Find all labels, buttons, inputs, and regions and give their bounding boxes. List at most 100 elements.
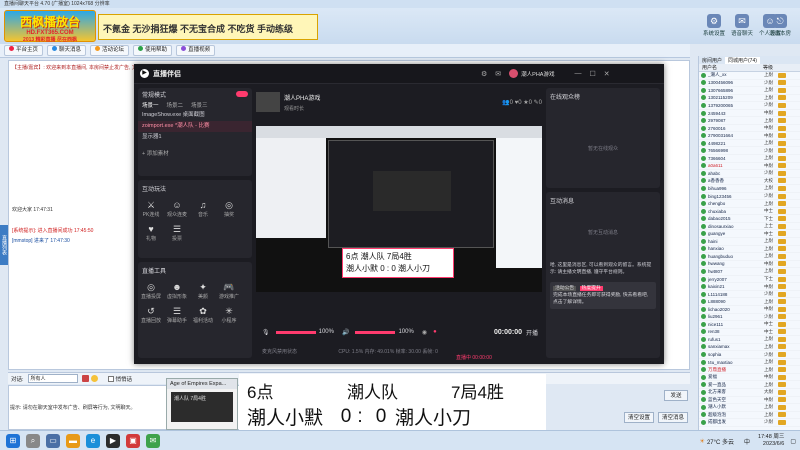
tab-scene-2[interactable]: 场景二 — [167, 101, 184, 109]
user-row[interactable]: bing123456 少尉 — [699, 193, 800, 201]
mic-volume-slider[interactable] — [275, 330, 316, 334]
user-row[interactable]: 2459443 中尉 — [699, 110, 800, 118]
user-row[interactable]: jerry2007 下士 — [699, 276, 800, 284]
user-row[interactable]: 1307665896 上尉 — [699, 87, 800, 95]
close-icon[interactable]: ✕ — [604, 70, 610, 78]
toolbar-forum-button[interactable]: 活动论坛 — [90, 45, 130, 56]
search-icon[interactable]: ⌕ — [26, 433, 40, 448]
user-row[interactable]: L1114188 少尉 — [699, 291, 800, 299]
user-row[interactable]: chuxiaba 中士 — [699, 208, 800, 216]
tab-local-users[interactable]: 同城用户(74) — [725, 56, 760, 64]
toolbar-video-button[interactable]: 直播视频 — [176, 45, 216, 56]
user-row[interactable]: haini 上尉 — [699, 238, 800, 246]
target-select[interactable]: 所有人 — [27, 374, 78, 383]
user-row[interactable]: ren38 中士 — [699, 329, 800, 337]
go-live-button[interactable]: 开播 — [526, 328, 538, 337]
user-row[interactable]: _潮人_xx 上尉 — [699, 72, 800, 80]
user-row[interactable]: 4498221 上尉 — [699, 140, 800, 148]
user-row[interactable]: a香香香 大校 — [699, 178, 800, 186]
tab-room-users[interactable]: 房间用户 — [699, 57, 725, 64]
source-item[interactable]: ImageShow.exe 桌面截图 — [138, 110, 252, 121]
user-row[interactable]: 爱福 中尉 — [699, 374, 800, 382]
send-button[interactable]: 发送 — [664, 390, 688, 401]
font-color-icon[interactable] — [81, 375, 89, 382]
room-cover[interactable] — [256, 92, 280, 112]
user-row[interactable]: 北方来客 大尉 — [699, 389, 800, 397]
user-row[interactable]: 76566998 少尉 — [699, 147, 800, 156]
tab-scene-1[interactable]: 场景一 — [142, 101, 159, 109]
stream-preview[interactable]: 6点 潮人队 7局4胜 潮人小默 0 : 0 潮人小刀 — [256, 126, 542, 292]
user-row[interactable]: t4u_maxtiao 上尉 — [699, 359, 800, 367]
user-row[interactable]: sanxiamax 上尉 — [699, 344, 800, 352]
tab-scene-3[interactable]: 场景三 — [191, 101, 208, 109]
user-row[interactable]: chengbo 上尉 — [699, 200, 800, 208]
source-item[interactable]: 显示器1 — [138, 132, 252, 143]
interact-tool[interactable]: ☺ 观众连麦 — [164, 200, 190, 218]
maximize-icon[interactable]: ☐ — [589, 70, 595, 78]
user-row[interactable]: 超级泡泡 上尉 — [699, 412, 800, 420]
user-row[interactable]: bihua996 上尉 — [699, 185, 800, 193]
private-checkbox[interactable] — [107, 375, 114, 382]
user-row[interactable]: 2790031664 中尉 — [699, 132, 800, 140]
site-logo[interactable]: 西枫播放台 HD.FXT365.COM 2013 精彩直播 尽在西枫 — [4, 10, 96, 43]
browser-icon[interactable]: e — [86, 433, 100, 448]
user-row[interactable]: dinosaurxiao 上士 — [699, 223, 800, 231]
emoji-icon[interactable] — [90, 375, 98, 382]
user-row[interactable]: dabao2015 下士 — [699, 215, 800, 223]
user-row[interactable]: a0a611 中尉 — [699, 163, 800, 171]
toolbar-home-button[interactable]: 平台主页 — [4, 45, 44, 56]
user-row[interactable]: rufus1 上尉 — [699, 336, 800, 344]
live-tool[interactable]: ☻ 虚拟形象 — [164, 282, 190, 300]
language-indicator[interactable]: 中 — [744, 437, 750, 446]
notification-icon[interactable]: ▢ — [790, 438, 796, 445]
user-row[interactable]: hwwang 中尉 — [699, 261, 800, 269]
clear-settings-button[interactable]: 清空设置 — [624, 412, 654, 423]
live-tool[interactable]: ↺ 直播回放 — [138, 306, 164, 324]
voice-chat-button[interactable]: ✉ 语音聊天 — [728, 14, 756, 37]
user-row[interactable]: 蓝色天空 中尉 — [699, 397, 800, 405]
interact-tool[interactable]: ◎ 抽奖 — [216, 200, 242, 218]
user-row[interactable]: hwt807 上尉 — [699, 268, 800, 276]
clock[interactable]: 17:48 周三 2023/6/6 — [758, 434, 784, 448]
mode-toggle[interactable] — [236, 91, 248, 97]
live-tool[interactable]: ◎ 直播投屏 — [138, 282, 164, 300]
task-view-icon[interactable]: ▭ — [46, 433, 60, 448]
user-row[interactable]: guangye 中士 — [699, 230, 800, 239]
record-icon[interactable]: ● — [433, 329, 437, 335]
live-tool[interactable]: ✿ 福利活动 — [190, 306, 216, 324]
toolbar-chat-button[interactable]: 聊天消息 — [47, 45, 87, 56]
user-row[interactable]: ahabc 少尉 — [699, 170, 800, 178]
interact-tool[interactable]: ♥ 礼物 — [138, 224, 164, 242]
user-row[interactable]: lichao2020 中尉 — [699, 306, 800, 314]
system-settings-button[interactable]: ⚙ 系统设置 — [700, 14, 728, 37]
live-tool[interactable]: ☰ 弹幕助手 — [164, 306, 190, 324]
user-row[interactable]: kaixin21 中尉 — [699, 283, 800, 291]
message-icon[interactable]: ✉ — [495, 70, 501, 78]
interact-tool[interactable]: ♫ 音乐 — [190, 200, 216, 218]
user-row[interactable]: 1300456096 少尉 — [699, 80, 800, 88]
exit-room-button[interactable]: ⎋ 退出本房 — [766, 14, 794, 37]
wechat-icon[interactable]: ✉ — [146, 433, 160, 448]
minimize-icon[interactable]: — — [574, 70, 581, 77]
aoe-thumbnail-window[interactable]: Age of Empires Expa... 潮人队 7局4胜 — [166, 378, 238, 430]
live-tool[interactable]: ✳ 小程序 — [216, 306, 242, 324]
announcement-card[interactable]: 活动公告 热度提升 完成本场直播任务即可获得奖励, 快去看看吧, 点击了解详情。 — [550, 282, 656, 309]
user-row[interactable]: 万鼎直播 上尉 — [699, 366, 800, 374]
clear-messages-button[interactable]: 清空消息 — [658, 412, 688, 423]
user-row[interactable]: 潮人小默 上尉 — [699, 404, 800, 412]
user-row[interactable]: 爱一直品 上尉 — [699, 381, 800, 389]
user-row[interactable]: L888090 上尉 — [699, 298, 800, 306]
avatar[interactable] — [509, 69, 519, 78]
user-row[interactable]: 1379200065 少尉 — [699, 102, 800, 110]
user-row[interactable]: huangbuduo 上尉 — [699, 253, 800, 261]
live-tool[interactable]: ✦ 美颜 — [190, 282, 216, 300]
user-row[interactable]: 7366604 上尉 — [699, 155, 800, 163]
user-row[interactable]: 1302115209 上尉 — [699, 95, 800, 103]
user-row[interactable]: 2760016 中尉 — [699, 125, 800, 133]
interact-tool[interactable]: ☰ 投票 — [164, 224, 190, 242]
interact-tool[interactable]: ⚔ PK连线 — [138, 200, 164, 218]
speaker-volume-slider[interactable] — [355, 330, 396, 334]
stream-app-taskbar-icon[interactable]: ▶ — [106, 433, 120, 448]
video-app-icon[interactable]: ▣ — [126, 433, 140, 448]
user-row[interactable]: hanxiao 上尉 — [699, 246, 800, 254]
